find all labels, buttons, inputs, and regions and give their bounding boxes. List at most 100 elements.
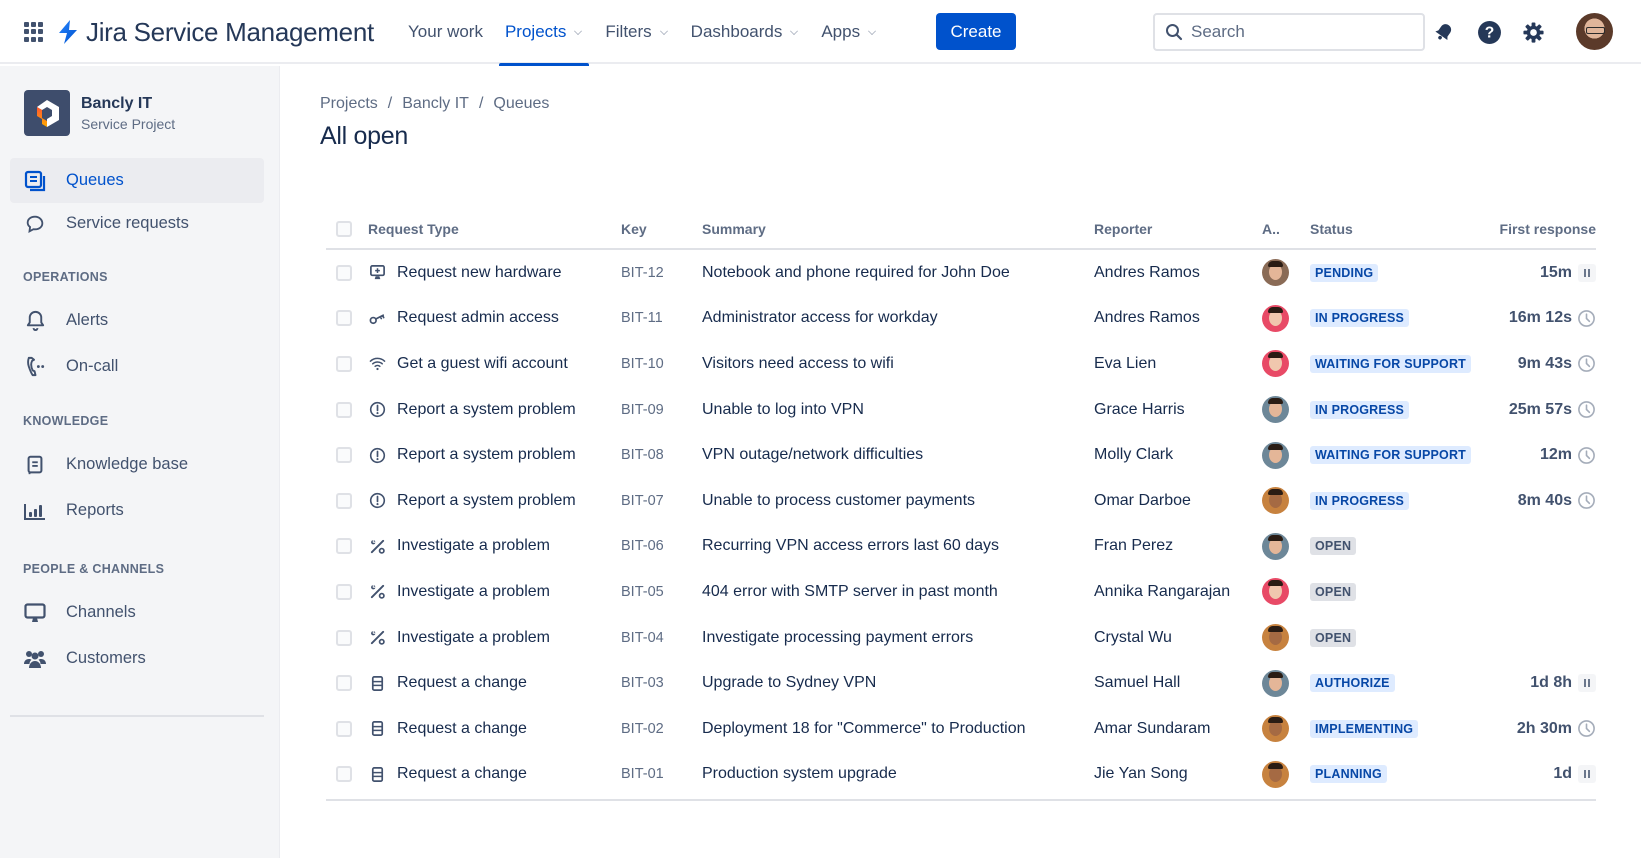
- table-row[interactable]: Request new hardware BIT-12 Notebook and p…: [326, 250, 1596, 296]
- issue-summary[interactable]: 404 error with SMTP server in past month: [702, 583, 1094, 601]
- assignee-avatar[interactable]: [1262, 441, 1289, 469]
- issue-summary[interactable]: Unable to log into VPN: [702, 401, 1094, 419]
- issue-key[interactable]: BIT-09: [621, 402, 702, 418]
- row-checkbox[interactable]: [336, 447, 352, 464]
- column-header-assignee[interactable]: A..: [1262, 221, 1310, 237]
- project-header[interactable]: Bancly IT Service Project: [24, 90, 175, 136]
- breadcrumb-project[interactable]: Bancly IT: [402, 95, 469, 113]
- table-row[interactable]: Request a change BIT-03 Upgrade to Sydney …: [326, 660, 1596, 706]
- issue-summary[interactable]: Investigate processing payment errors: [702, 629, 1094, 647]
- row-checkbox[interactable]: [336, 766, 352, 783]
- issue-summary[interactable]: Administrator access for workday: [702, 309, 1094, 327]
- search-box[interactable]: [1153, 13, 1425, 51]
- assignee-avatar[interactable]: [1262, 487, 1289, 515]
- status-badge[interactable]: PENDING: [1310, 263, 1379, 282]
- help-icon[interactable]: ?: [1475, 18, 1503, 46]
- assignee-avatar[interactable]: [1262, 532, 1289, 560]
- column-header-summary[interactable]: Summary: [702, 221, 1094, 237]
- assignee-avatar[interactable]: [1262, 760, 1289, 788]
- nav-item-projects[interactable]: Projects: [495, 0, 593, 66]
- status-badge[interactable]: OPEN: [1310, 582, 1357, 601]
- row-checkbox[interactable]: [336, 629, 352, 646]
- issue-key[interactable]: BIT-05: [621, 584, 702, 600]
- issue-summary[interactable]: Recurring VPN access errors last 60 days: [702, 537, 1094, 555]
- select-all-checkbox[interactable]: [336, 221, 352, 237]
- assignee-avatar[interactable]: [1262, 396, 1289, 424]
- issue-key[interactable]: BIT-08: [621, 447, 702, 463]
- column-header-status[interactable]: Status: [1310, 221, 1492, 237]
- table-row[interactable]: Request admin access BIT-11 Administrator …: [326, 296, 1596, 342]
- row-checkbox[interactable]: [336, 264, 352, 281]
- issue-summary[interactable]: Upgrade to Sydney VPN: [702, 674, 1094, 692]
- status-badge[interactable]: IN PROGRESS: [1310, 400, 1410, 419]
- notifications-icon[interactable]: [1430, 18, 1458, 46]
- row-checkbox[interactable]: [336, 538, 352, 555]
- issue-key[interactable]: BIT-03: [621, 675, 702, 691]
- table-row[interactable]: Get a guest wifi account BIT-10 Visitors n…: [326, 341, 1596, 387]
- sidebar-item-reports[interactable]: Reports: [10, 488, 264, 533]
- settings-icon[interactable]: [1519, 18, 1547, 46]
- row-checkbox[interactable]: [336, 401, 352, 418]
- issue-key[interactable]: BIT-06: [621, 538, 702, 554]
- issue-key[interactable]: BIT-12: [621, 265, 702, 281]
- app-switcher-icon[interactable]: [24, 22, 44, 42]
- sidebar-item-knowledge-base[interactable]: Knowledge base: [10, 442, 264, 487]
- assignee-avatar[interactable]: [1262, 304, 1289, 332]
- table-row[interactable]: Investigate a problem BIT-05 404 error wit…: [326, 569, 1596, 615]
- issue-summary[interactable]: VPN outage/network difficulties: [702, 446, 1094, 464]
- nav-item-filters[interactable]: Filters: [595, 0, 678, 64]
- breadcrumb-queues[interactable]: Queues: [493, 95, 549, 113]
- status-badge[interactable]: IMPLEMENTING: [1310, 719, 1419, 738]
- nav-item-your-work[interactable]: Your work: [398, 0, 493, 64]
- table-row[interactable]: Request a change BIT-02 Deployment 18 for …: [326, 706, 1596, 752]
- breadcrumb-projects[interactable]: Projects: [320, 95, 378, 113]
- row-checkbox[interactable]: [336, 492, 352, 509]
- status-badge[interactable]: WAITING FOR SUPPORT: [1310, 354, 1472, 373]
- issue-key[interactable]: BIT-02: [621, 721, 702, 737]
- status-badge[interactable]: AUTHORIZE: [1310, 674, 1395, 693]
- nav-item-apps[interactable]: Apps: [811, 0, 887, 64]
- assignee-avatar[interactable]: [1262, 624, 1289, 652]
- status-badge[interactable]: OPEN: [1310, 628, 1357, 647]
- row-checkbox[interactable]: [336, 720, 352, 737]
- table-row[interactable]: Report a system problem BIT-07 Unable to p…: [326, 478, 1596, 524]
- table-row[interactable]: Report a system problem BIT-09 Unable to l…: [326, 387, 1596, 433]
- row-checkbox[interactable]: [336, 355, 352, 372]
- status-badge[interactable]: PLANNING: [1310, 765, 1387, 784]
- issue-summary[interactable]: Visitors need access to wifi: [702, 355, 1094, 373]
- row-checkbox[interactable]: [336, 583, 352, 600]
- status-badge[interactable]: OPEN: [1310, 537, 1357, 556]
- issue-key[interactable]: BIT-11: [621, 310, 702, 326]
- table-row[interactable]: Report a system problem BIT-08 VPN outage/…: [326, 432, 1596, 478]
- assignee-avatar[interactable]: [1262, 578, 1289, 606]
- issue-summary[interactable]: Notebook and phone required for John Doe: [702, 264, 1094, 282]
- assignee-avatar[interactable]: [1262, 350, 1289, 378]
- product-logo[interactable]: Jira Service Management: [56, 16, 374, 48]
- issue-summary[interactable]: Deployment 18 for "Commerce" to Producti…: [702, 720, 1094, 738]
- issue-key[interactable]: BIT-04: [621, 630, 702, 646]
- assignee-avatar[interactable]: [1262, 259, 1289, 287]
- create-button[interactable]: Create: [936, 13, 1016, 50]
- column-header-first-response[interactable]: First response: [1492, 221, 1596, 237]
- issue-summary[interactable]: Unable to process customer payments: [702, 492, 1094, 510]
- row-checkbox[interactable]: [336, 675, 352, 692]
- sidebar-item-customers[interactable]: Customers: [10, 636, 264, 681]
- status-badge[interactable]: WAITING FOR SUPPORT: [1310, 446, 1472, 465]
- table-row[interactable]: Investigate a problem BIT-06 Recurring VPN…: [326, 524, 1596, 570]
- sidebar-item-on-call[interactable]: On-call: [10, 344, 264, 389]
- issue-key[interactable]: BIT-07: [621, 493, 702, 509]
- assignee-avatar[interactable]: [1262, 669, 1289, 697]
- table-row[interactable]: Request a change BIT-01 Production system …: [326, 752, 1596, 798]
- issue-summary[interactable]: Production system upgrade: [702, 765, 1094, 783]
- sidebar-item-queues[interactable]: Queues: [10, 158, 264, 203]
- user-avatar[interactable]: [1576, 13, 1613, 50]
- column-header-request-type[interactable]: Request Type: [368, 221, 621, 237]
- issue-key[interactable]: BIT-10: [621, 356, 702, 372]
- column-header-reporter[interactable]: Reporter: [1094, 221, 1262, 237]
- table-row[interactable]: Investigate a problem BIT-04 Investigate p…: [326, 615, 1596, 661]
- sidebar-item-alerts[interactable]: Alerts: [10, 298, 264, 343]
- search-input[interactable]: [1191, 22, 1411, 42]
- status-badge[interactable]: IN PROGRESS: [1310, 491, 1410, 510]
- nav-item-dashboards[interactable]: Dashboards: [681, 0, 810, 64]
- assignee-avatar[interactable]: [1262, 715, 1289, 743]
